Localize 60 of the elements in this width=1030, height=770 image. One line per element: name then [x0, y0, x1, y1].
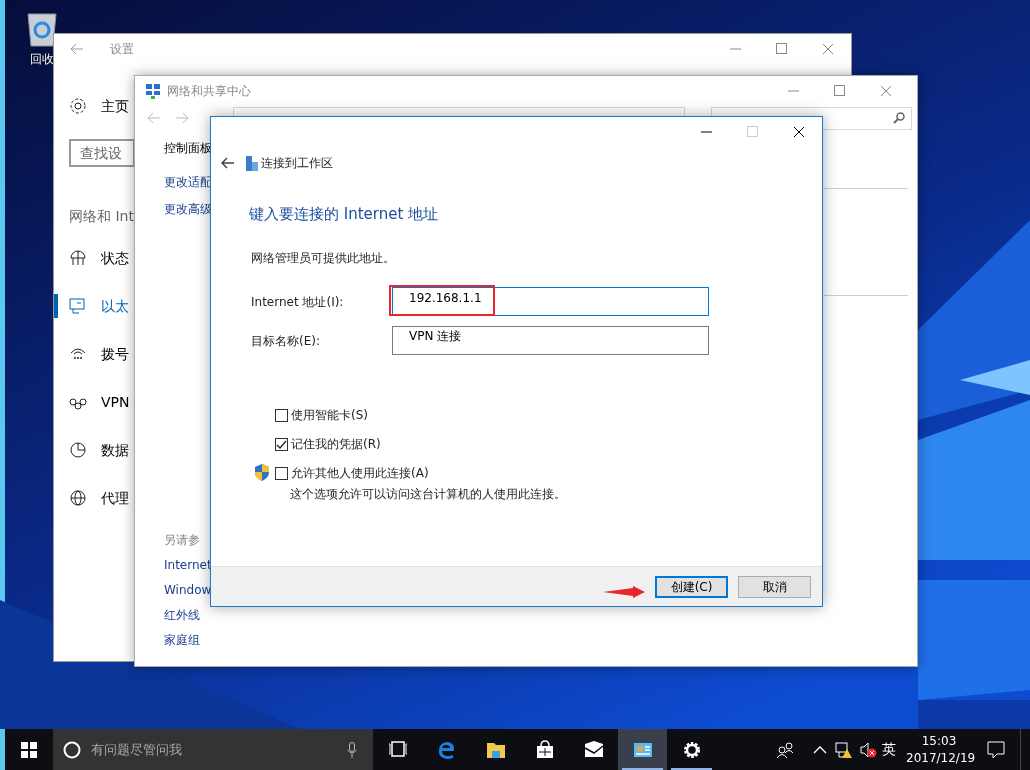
- task-view-icon: [387, 739, 408, 760]
- related-link[interactable]: 家庭组: [164, 631, 212, 647]
- home-link[interactable]: 主页: [101, 95, 129, 117]
- network-warning-icon[interactable]: [835, 741, 853, 758]
- nav-item[interactable]: 代理: [101, 487, 129, 509]
- nav-item[interactable]: 数据: [101, 439, 129, 461]
- gear-icon: [681, 739, 702, 760]
- dialog-button[interactable]: 创建(C): [655, 575, 728, 598]
- nav-item[interactable]: 状态: [101, 247, 129, 269]
- input-field[interactable]: 192.168.1.1: [392, 287, 709, 316]
- checkbox[interactable]: [275, 466, 288, 480]
- checkbox[interactable]: [275, 437, 288, 451]
- field-label: 目标名称(E):: [251, 332, 321, 350]
- hint-text: 网络管理员可提供此地址。: [251, 250, 396, 267]
- monitor-icon: [69, 297, 87, 315]
- icon-label[interactable]: 回收: [30, 50, 54, 68]
- nav-item[interactable]: 以太: [101, 295, 129, 317]
- language-indicator[interactable]: 英: [882, 739, 896, 760]
- close-icon[interactable]: [793, 126, 805, 138]
- checkbox-label[interactable]: 使用智能卡(S): [291, 406, 368, 424]
- related-link[interactable]: 红外线: [164, 606, 212, 622]
- checkbox-label[interactable]: 记住我的凭据(R): [291, 435, 381, 453]
- section-label: 网络和 Int: [69, 208, 134, 224]
- checkbox-label[interactable]: 允许其他人使用此连接(A): [291, 464, 429, 482]
- input-field[interactable]: VPN 连接: [392, 326, 709, 355]
- notification-icon[interactable]: [987, 740, 1005, 759]
- window-title: 设置: [110, 41, 134, 58]
- dialog-heading: 键入要连接的 Internet 地址: [249, 204, 440, 225]
- related-link[interactable]: Window: [164, 581, 212, 597]
- search-icon: [893, 112, 905, 124]
- search-field[interactable]: 有问题尽管问我: [89, 738, 339, 761]
- maximize-icon[interactable]: [834, 85, 846, 97]
- clock-time[interactable]: 15:03: [906, 732, 972, 750]
- search-bar[interactable]: 有问题尽管问我: [53, 729, 373, 770]
- bag-icon: [534, 739, 555, 760]
- section-heading: 另请参: [164, 532, 201, 547]
- maximize-icon[interactable]: [776, 43, 788, 55]
- people-icon[interactable]: [776, 741, 794, 758]
- browser-icon: [436, 739, 457, 760]
- pie-chart-icon: [69, 441, 87, 459]
- network-icon: [145, 83, 161, 99]
- taskbar-button[interactable]: [618, 729, 667, 770]
- envelope-icon: [583, 739, 604, 760]
- gear-icon: [69, 97, 87, 115]
- checkbox[interactable]: [275, 408, 288, 422]
- field-label: Internet 地址(I):: [251, 293, 345, 311]
- speaker-muted-icon[interactable]: [859, 741, 877, 758]
- back-arrow-icon[interactable]: [221, 157, 235, 169]
- circle-icon: [63, 740, 81, 759]
- dialog-title: 连接到工作区: [261, 155, 333, 172]
- building-icon: [245, 155, 259, 171]
- windows-logo-icon[interactable]: [21, 741, 37, 758]
- nav-item[interactable]: VPN: [101, 391, 130, 413]
- window-title: 网络和共享中心: [167, 83, 251, 100]
- nav-item[interactable]: 拨号: [101, 343, 129, 365]
- dialog-button[interactable]: 取消: [738, 575, 811, 598]
- search-field[interactable]: 查找设: [69, 139, 135, 167]
- option-description: 这个选项允许可以访问这台计算机的人使用此连接。: [290, 486, 567, 503]
- related-link[interactable]: Internet: [164, 556, 212, 572]
- microphone-icon: [347, 741, 357, 758]
